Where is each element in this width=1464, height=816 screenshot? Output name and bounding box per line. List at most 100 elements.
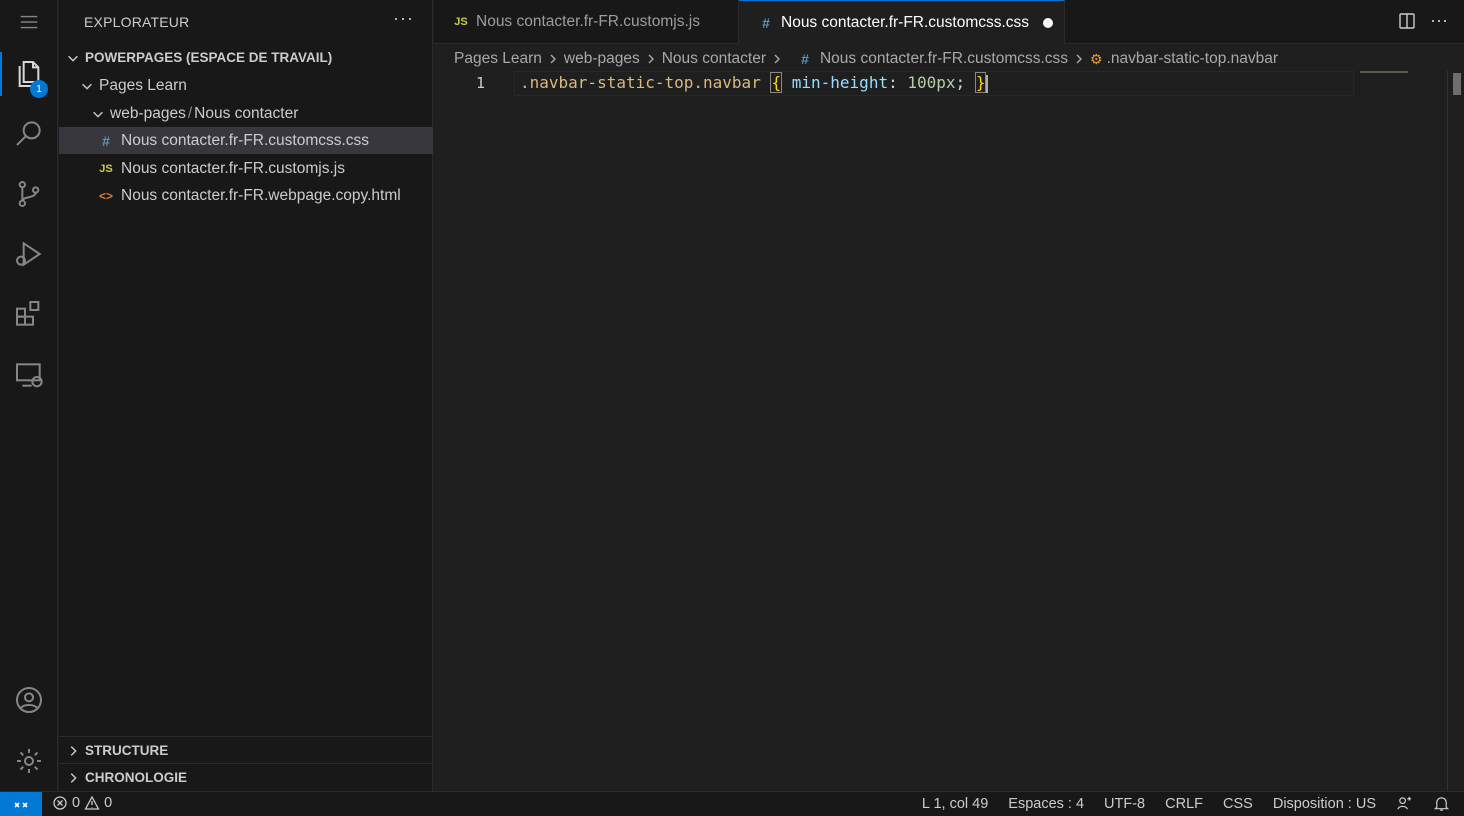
settings-button[interactable]: [0, 733, 58, 789]
css-value: 100px: [907, 73, 956, 92]
indentation[interactable]: Espaces : 4: [1008, 796, 1084, 812]
menu-icon[interactable]: [0, 0, 58, 44]
source-control-button[interactable]: [0, 166, 58, 222]
colon: :: [888, 73, 898, 92]
run-debug-icon: [16, 241, 42, 267]
account-button[interactable]: [0, 672, 58, 728]
explorer-badge: 1: [30, 80, 48, 98]
explorer-sidebar: EXPLORATEUR ··· POWERPAGES (ESPACE DE TR…: [59, 0, 433, 791]
css-property: min-height: [791, 73, 889, 92]
status-bar: 0 0 L 1, col 49 Espaces : 4 UTF-8 CRLF C…: [0, 791, 1464, 816]
encoding[interactable]: UTF-8: [1104, 796, 1145, 812]
extensions-button[interactable]: [0, 286, 58, 342]
file-label: Nous contacter.fr-FR.webpage.copy.html: [121, 186, 401, 204]
html-file-icon: <>: [98, 188, 113, 203]
chevron-right-icon: [772, 50, 782, 68]
folder-web-pages[interactable]: web-pages / Nous contacter: [59, 100, 433, 127]
workspace-header[interactable]: POWERPAGES (ESPACE DE TRAVAIL): [59, 44, 433, 71]
folder-label: Pages Learn: [99, 76, 187, 94]
file-item-js[interactable]: JS Nous contacter.fr-FR.customjs.js: [59, 155, 433, 182]
timeline-panel-header[interactable]: CHRONOLOGIE: [59, 763, 433, 791]
open-brace: {: [770, 72, 783, 93]
chevron-right-icon: [65, 770, 81, 785]
tab-customcss[interactable]: # Nous contacter.fr-FR.customcss.css: [739, 0, 1065, 44]
close-brace: }: [974, 72, 987, 93]
remote-icon: [14, 801, 28, 808]
file-item-html[interactable]: <> Nous contacter.fr-FR.webpage.copy.htm…: [59, 182, 433, 209]
remote-indicator[interactable]: [0, 792, 42, 816]
code-editor[interactable]: 1 .navbar-static-top.navbar { min-height…: [434, 71, 1464, 791]
breadcrumb-item[interactable]: Nous contacter.fr-FR.customcss.css: [820, 50, 1068, 68]
explorer-button[interactable]: 1: [0, 46, 58, 102]
structure-panel-header[interactable]: STRUCTURE: [59, 736, 433, 764]
breadcrumb-item[interactable]: Pages Learn: [454, 50, 542, 68]
keyboard-layout[interactable]: Disposition : US: [1273, 796, 1376, 812]
extensions-icon: [16, 301, 40, 326]
search-icon: [16, 121, 41, 146]
chevron-right-icon: [1074, 50, 1084, 68]
error-icon: [53, 796, 67, 810]
warning-icon: [84, 795, 100, 810]
run-debug-button[interactable]: [0, 226, 58, 282]
tab-label: Nous contacter.fr-FR.customjs.js: [476, 13, 700, 30]
scrollbar-track[interactable]: [1447, 71, 1448, 791]
source-control-icon: [18, 181, 40, 207]
folder-label: web-pages: [110, 104, 186, 122]
js-file-icon: JS: [454, 16, 468, 28]
css-file-icon: #: [801, 51, 809, 67]
file-item-css[interactable]: # Nous contacter.fr-FR.customcss.css: [59, 127, 433, 154]
css-selector: .navbar-static-top.navbar: [520, 73, 761, 92]
activity-bar: 1: [0, 0, 58, 791]
unsaved-dot-icon[interactable]: [1043, 17, 1054, 28]
split-editor-icon[interactable]: [1398, 12, 1416, 30]
code-line[interactable]: .navbar-static-top.navbar { min-height: …: [520, 72, 989, 93]
file-label: Nous contacter.fr-FR.customjs.js: [121, 159, 345, 177]
panel-label: STRUCTURE: [85, 743, 169, 758]
chevron-right-icon: [65, 743, 81, 758]
breadcrumb-item[interactable]: web-pages: [564, 50, 640, 68]
language-mode[interactable]: CSS: [1223, 796, 1253, 812]
search-button[interactable]: [0, 105, 58, 161]
folder-pages-learn[interactable]: Pages Learn: [59, 72, 433, 99]
folder-label: Nous contacter: [194, 104, 299, 122]
file-label: Nous contacter.fr-FR.customcss.css: [121, 131, 370, 149]
text-cursor: [986, 74, 989, 93]
tab-customjs[interactable]: JS Nous contacter.fr-FR.customjs.js: [434, 0, 739, 44]
tab-label: Nous contacter.fr-FR.customcss.css: [781, 13, 1030, 31]
chevron-right-icon: [548, 50, 558, 68]
chevron-down-icon: [65, 50, 81, 65]
end-of-line[interactable]: CRLF: [1165, 796, 1203, 812]
account-icon: [16, 687, 42, 713]
symbol-class-icon: ⚙: [1090, 50, 1103, 67]
breadcrumb-item[interactable]: Nous contacter: [662, 50, 766, 68]
warning-count: 0: [104, 795, 113, 811]
more-actions-icon[interactable]: ···: [393, 8, 414, 29]
breadcrumb-item[interactable]: .navbar-static-top.navbar: [1107, 50, 1278, 68]
css-file-icon: #: [762, 14, 770, 31]
editor-tabs: JS Nous contacter.fr-FR.customjs.js # No…: [434, 0, 1464, 44]
remote-explorer-button[interactable]: [0, 347, 58, 403]
status-right: L 1, col 49 Espaces : 4 UTF-8 CRLF CSS D…: [922, 795, 1450, 812]
error-count: 0: [72, 795, 81, 811]
remote-explorer-icon: [16, 363, 43, 388]
more-actions-icon[interactable]: ···: [1430, 10, 1448, 31]
js-file-icon: JS: [99, 162, 113, 175]
cursor-position[interactable]: L 1, col 49: [922, 796, 988, 812]
breadcrumb: Pages Learn web-pages Nous contacter # N…: [454, 47, 1278, 71]
scrollbar-thumb[interactable]: [1453, 73, 1461, 95]
semicolon: ;: [955, 73, 966, 92]
settings-gear-icon: [17, 749, 41, 773]
notifications-bell-icon[interactable]: [1433, 795, 1450, 812]
line-number: 1: [476, 74, 486, 92]
editor-actions: ···: [1398, 10, 1448, 31]
feedback-icon[interactable]: [1396, 795, 1413, 812]
problems-indicator[interactable]: 0 0: [52, 795, 112, 811]
minimap[interactable]: [1360, 71, 1408, 73]
chevron-down-icon: [90, 106, 106, 121]
workspace-label: POWERPAGES (ESPACE DE TRAVAIL): [85, 50, 333, 65]
chevron-down-icon: [79, 78, 95, 93]
css-file-icon: #: [102, 132, 110, 149]
explorer-title: EXPLORATEUR: [84, 14, 190, 30]
path-separator: /: [187, 104, 193, 122]
chevron-right-icon: [646, 50, 656, 68]
